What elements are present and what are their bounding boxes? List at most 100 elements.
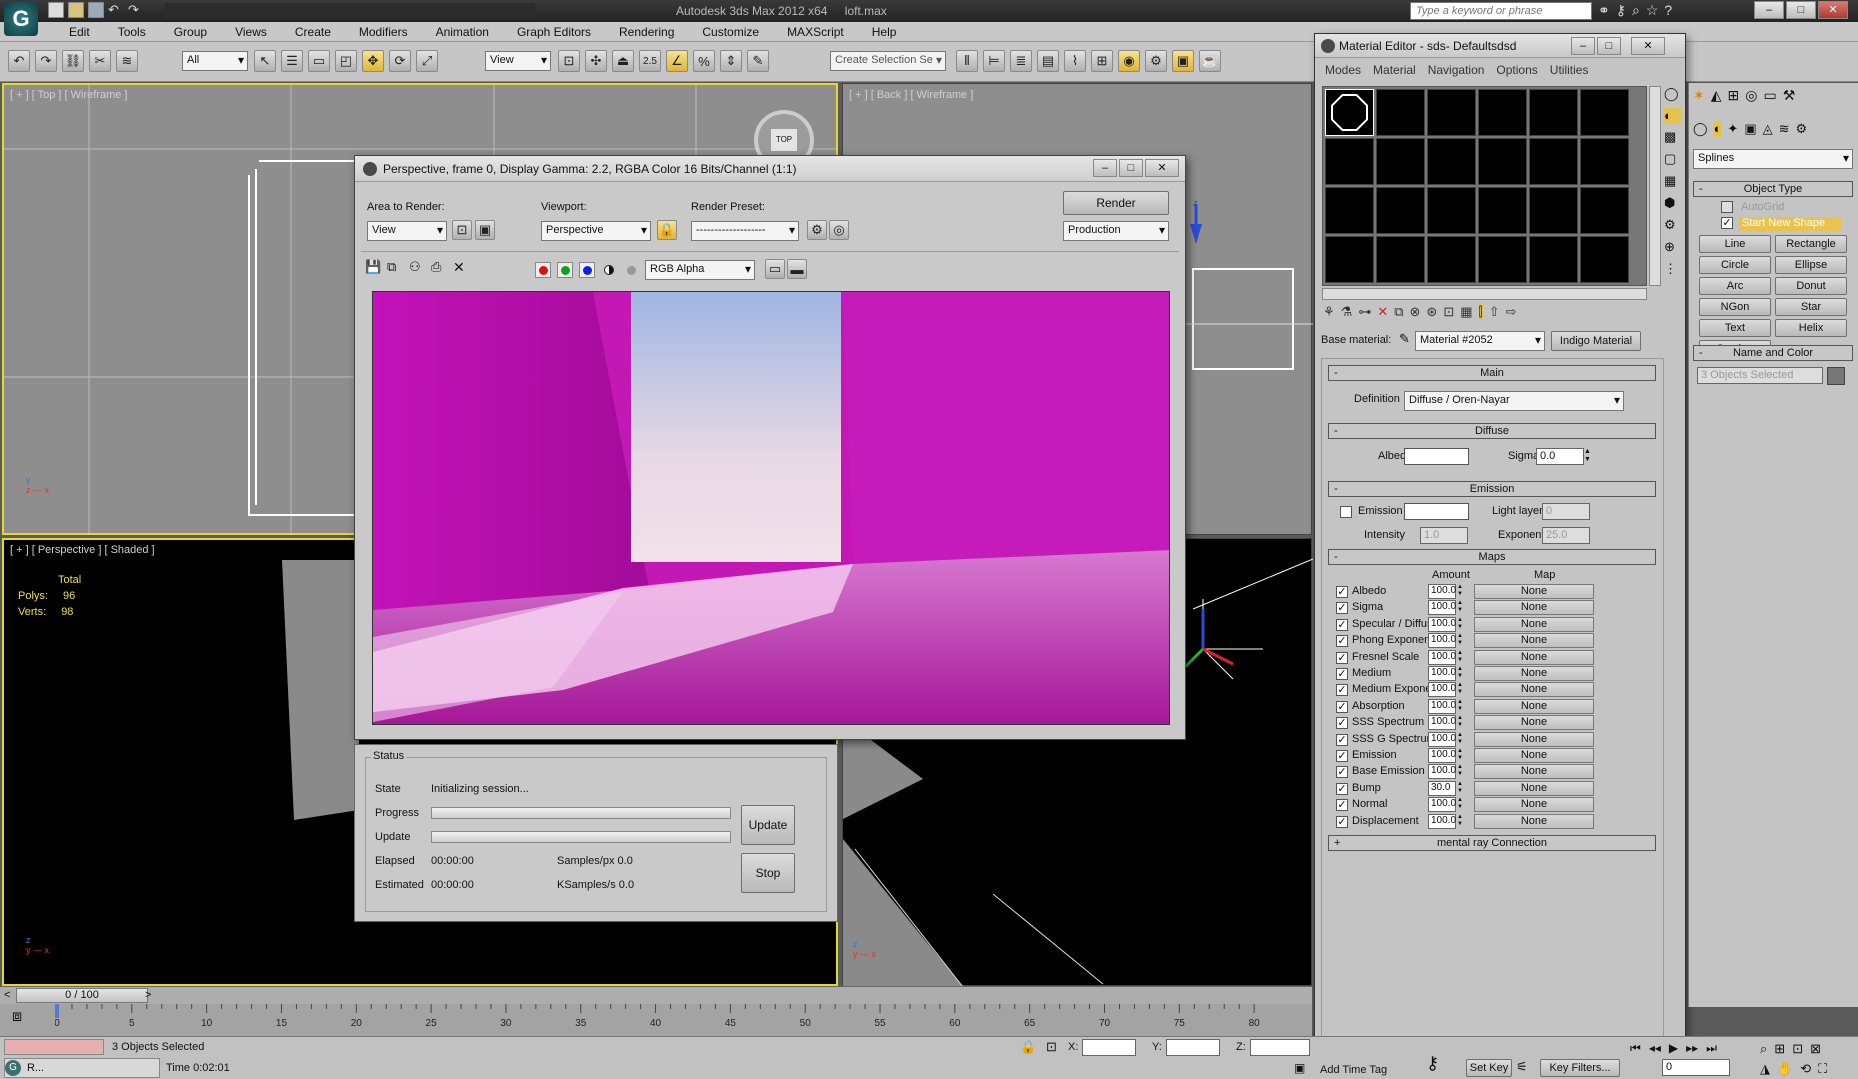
curve-editor-mini-icon[interactable]: ⧈ <box>12 1008 22 1026</box>
eyedropper-icon[interactable]: ✎ <box>1399 331 1410 347</box>
auto-region-icon[interactable]: ▣ <box>475 220 495 240</box>
red-channel-toggle[interactable] <box>535 262 551 278</box>
edit-named-selection-icon[interactable]: ✎ <box>747 50 769 72</box>
menu-create[interactable]: Create <box>281 25 345 39</box>
stop-button[interactable]: Stop <box>741 853 795 893</box>
map-amount-arrows[interactable]: ▲ ▼ <box>1457 814 1465 829</box>
time-slider-thumb[interactable]: 0 / 100 <box>16 988 148 1003</box>
zoom-extents-icon[interactable]: ⊡ <box>1792 1041 1803 1057</box>
map-amount-spinner[interactable]: 100.0 <box>1428 666 1456 681</box>
undo-icon[interactable]: ↶ <box>8 50 30 72</box>
key-icon[interactable]: ⚷ <box>1616 2 1626 19</box>
map-enabled-checkbox[interactable]: ✓ <box>1336 799 1348 812</box>
material-sample-slot[interactable] <box>1376 89 1425 136</box>
object-type-rollout-header[interactable]: - Object Type <box>1693 181 1853 197</box>
material-editor-maximize[interactable]: □ <box>1597 37 1621 55</box>
render-window-minimize[interactable]: – <box>1093 159 1117 177</box>
go-forward-sibling-icon[interactable]: ⇨ <box>1506 304 1517 320</box>
select-move-icon[interactable]: ✥ <box>362 50 384 72</box>
save-file-icon[interactable] <box>88 2 104 18</box>
zoom-icon[interactable]: ⌕ <box>1760 1041 1767 1057</box>
new-file-icon[interactable] <box>48 2 64 18</box>
minimize-button[interactable]: – <box>1754 1 1784 19</box>
map-amount-arrows[interactable]: ▲ ▼ <box>1457 715 1465 730</box>
zoom-extents-all-icon[interactable]: ⊠ <box>1810 1041 1821 1057</box>
put-material-icon[interactable]: ⚗ <box>1341 304 1353 320</box>
display-tab-icon[interactable]: ▭ <box>1763 87 1776 104</box>
map-slot-button[interactable]: None <box>1474 731 1594 747</box>
lights-icon[interactable]: ✦ <box>1727 121 1738 137</box>
menu-views[interactable]: Views <box>221 25 281 39</box>
map-amount-arrows[interactable]: ▲ ▼ <box>1457 732 1465 747</box>
open-file-icon[interactable] <box>68 2 84 18</box>
next-frame-icon[interactable]: ▸▸ <box>1686 1041 1698 1056</box>
map-slot-button[interactable]: None <box>1474 764 1594 780</box>
hierarchy-tab-icon[interactable]: ⊞ <box>1728 87 1740 104</box>
select-manipulate-icon[interactable]: ✣ <box>585 50 607 72</box>
maxscript-listener[interactable] <box>4 1039 104 1055</box>
material-name-field[interactable]: Material #2052 <box>1415 331 1545 351</box>
y-coordinate-field[interactable] <box>1166 1039 1220 1056</box>
edit-region-icon[interactable]: ⊡ <box>452 220 472 240</box>
select-rotate-icon[interactable]: ⟳ <box>389 50 411 72</box>
grid-icon[interactable]: ▣ <box>1294 1061 1305 1075</box>
selection-lock-icon[interactable]: 🔒 <box>1020 1039 1036 1055</box>
redo-icon[interactable]: ↷ <box>128 2 144 18</box>
map-enabled-checkbox[interactable]: ✓ <box>1336 766 1348 779</box>
material-editor-minimize[interactable]: – <box>1571 37 1595 55</box>
map-amount-arrows[interactable]: ▲ ▼ <box>1457 650 1465 665</box>
map-amount-arrows[interactable]: ▲ ▼ <box>1457 666 1465 681</box>
material-sample-slot[interactable] <box>1427 236 1476 283</box>
render-window-close[interactable]: ✕ <box>1145 159 1179 177</box>
update-button[interactable]: Update <box>741 805 795 845</box>
angle-snap-icon[interactable]: ∠ <box>666 50 688 72</box>
map-slot-button[interactable]: None <box>1474 797 1594 813</box>
shape-button-donut[interactable]: Donut <box>1775 277 1847 295</box>
spinner-snap-icon[interactable]: ⇕ <box>720 50 742 72</box>
assign-material-icon[interactable]: ⊶ <box>1358 304 1371 320</box>
map-enabled-checkbox[interactable]: ✓ <box>1336 815 1348 828</box>
material-menu-navigation[interactable]: Navigation <box>1422 63 1491 77</box>
viewport-dropdown[interactable]: Perspective <box>541 221 651 241</box>
keyboard-shortcut-icon[interactable]: ⏏ <box>612 50 634 72</box>
render-button[interactable]: Render <box>1063 191 1169 215</box>
exponent-spinner[interactable]: 25.0 <box>1542 527 1590 544</box>
binoculars-icon[interactable]: ⚭ <box>1598 2 1610 19</box>
intensity-spinner[interactable]: 1.0 <box>1420 527 1468 544</box>
map-amount-spinner[interactable]: 100.0 <box>1428 813 1456 829</box>
named-selection-set-dropdown[interactable]: Create Selection Se <box>830 51 946 71</box>
script-mini-listener[interactable]: G R... <box>4 1058 160 1078</box>
map-amount-spinner[interactable]: 100.0 <box>1428 649 1456 665</box>
make-preview-icon[interactable]: ⬢ <box>1664 195 1682 211</box>
menu-customize[interactable]: Customize <box>688 25 773 39</box>
material-map-navigator-icon[interactable]: ⋮ <box>1664 261 1682 277</box>
make-unique-icon[interactable]: ⊗ <box>1410 304 1421 320</box>
start-new-shape-button[interactable]: Start New Shape <box>1739 217 1841 231</box>
save-image-icon[interactable]: 💾 <box>365 259 383 277</box>
video-color-check-icon[interactable]: ▦ <box>1664 173 1682 189</box>
make-copy-icon[interactable]: ⧉ <box>1394 304 1403 320</box>
map-amount-arrows[interactable]: ▲ ▼ <box>1457 617 1465 632</box>
emission-color-swatch[interactable] <box>1404 503 1469 520</box>
prev-frame-arrow[interactable]: < <box>4 989 10 1001</box>
maximize-button[interactable]: □ <box>1786 1 1816 19</box>
sample-type-icon[interactable]: ◯ <box>1664 86 1682 102</box>
menu-animation[interactable]: Animation <box>422 25 503 39</box>
shape-button-ngon[interactable]: NGon <box>1699 298 1771 316</box>
rendered-frame-window-icon[interactable]: ▣ <box>1172 50 1194 72</box>
background-icon[interactable]: ▩ <box>1664 129 1682 145</box>
key-filter-icon[interactable]: ⚟ <box>1516 1059 1528 1075</box>
geometry-icon[interactable]: ◯ <box>1693 121 1708 137</box>
map-enabled-checkbox[interactable]: ✓ <box>1336 684 1348 697</box>
map-enabled-checkbox[interactable]: ✓ <box>1336 717 1348 730</box>
map-amount-spinner[interactable]: 30.0 <box>1428 780 1456 796</box>
shape-button-star[interactable]: Star <box>1775 298 1847 316</box>
shapes-icon[interactable]: ◐ <box>1713 121 1722 137</box>
curve-editor-icon[interactable]: ⌇ <box>1064 50 1086 72</box>
sample-uv-tiling-icon[interactable]: ▢ <box>1664 151 1682 167</box>
material-sample-slot[interactable] <box>1325 138 1374 185</box>
area-to-render-dropdown[interactable]: View <box>367 221 447 241</box>
select-object-icon[interactable]: ↖ <box>254 50 276 72</box>
x-coordinate-field[interactable] <box>1082 1039 1136 1056</box>
map-enabled-checkbox[interactable]: ✓ <box>1336 668 1348 680</box>
